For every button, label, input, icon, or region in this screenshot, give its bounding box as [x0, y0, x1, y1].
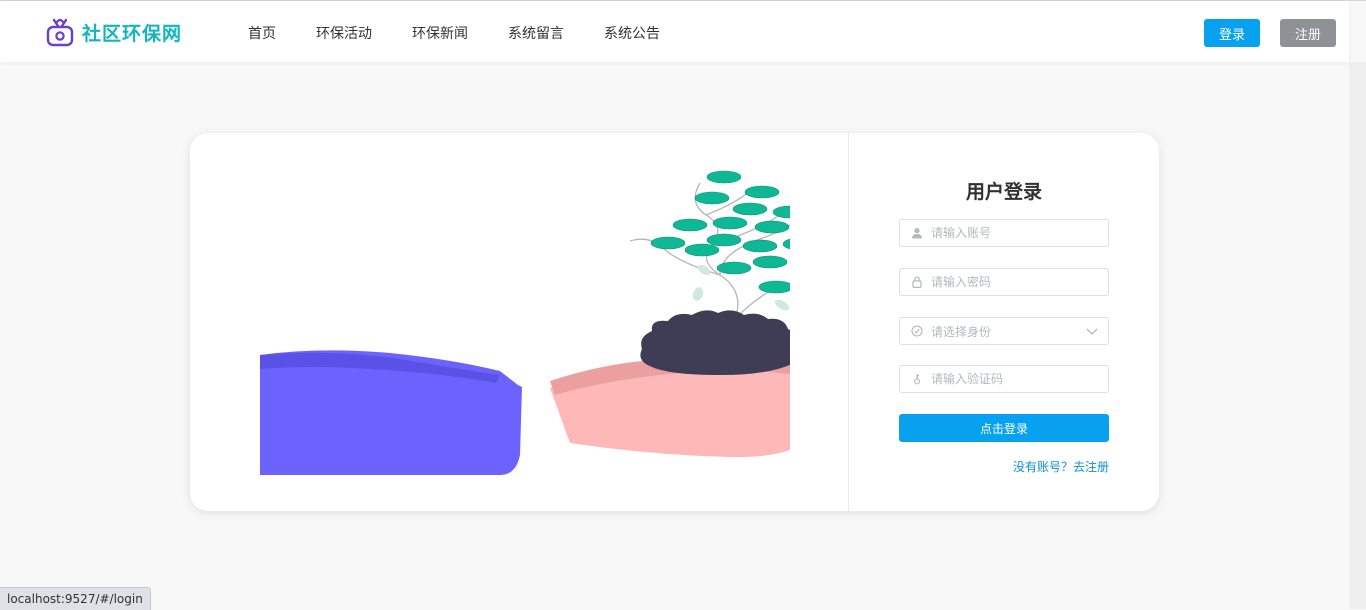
lock-icon [912, 276, 922, 288]
header-register-button[interactable]: 注册 [1280, 19, 1336, 47]
password-field[interactable] [899, 268, 1109, 296]
password-input[interactable] [931, 275, 1081, 289]
login-submit-button[interactable]: 点击登录 [899, 414, 1109, 442]
nav-messages[interactable]: 系统留言 [508, 23, 564, 43]
key-icon [913, 373, 921, 385]
check-circle-icon [911, 325, 923, 337]
nav-news[interactable]: 环保新闻 [412, 23, 468, 43]
browser-status-url: localhost:9527/#/login [0, 587, 151, 610]
nav-home[interactable]: 首页 [248, 23, 276, 43]
nav-announcements[interactable]: 系统公告 [604, 23, 660, 43]
account-field[interactable] [899, 219, 1109, 247]
page-scrollbar[interactable] [1349, 62, 1366, 609]
form-title: 用户登录 [965, 181, 1042, 203]
captcha-field[interactable] [899, 365, 1109, 393]
captcha-input[interactable] [931, 372, 1081, 386]
header-login-button[interactable]: 登录 [1204, 19, 1260, 47]
login-card: 用户登录 请选择身份 [190, 133, 1159, 511]
role-placeholder: 请选择身份 [931, 324, 992, 339]
user-icon [912, 228, 922, 239]
hands-holding-plant-illustration [260, 170, 790, 475]
nav-activities[interactable]: 环保活动 [316, 23, 372, 43]
go-register-link[interactable]: 没有账号？去注册 [1013, 458, 1109, 475]
main-nav: 首页 环保活动 环保新闻 系统留言 系统公告 [248, 23, 700, 43]
chevron-down-icon [1086, 328, 1098, 335]
site-header: 社区环保网 首页 环保活动 环保新闻 系统留言 系统公告 登录 注册 [0, 1, 1349, 62]
fruit-basket-icon [46, 18, 74, 47]
role-select[interactable]: 请选择身份 [899, 317, 1109, 345]
site-name: 社区环保网 [82, 22, 183, 45]
account-input[interactable] [931, 226, 1081, 240]
card-divider [848, 133, 849, 511]
site-logo[interactable]: 社区环保网 [44, 16, 182, 48]
